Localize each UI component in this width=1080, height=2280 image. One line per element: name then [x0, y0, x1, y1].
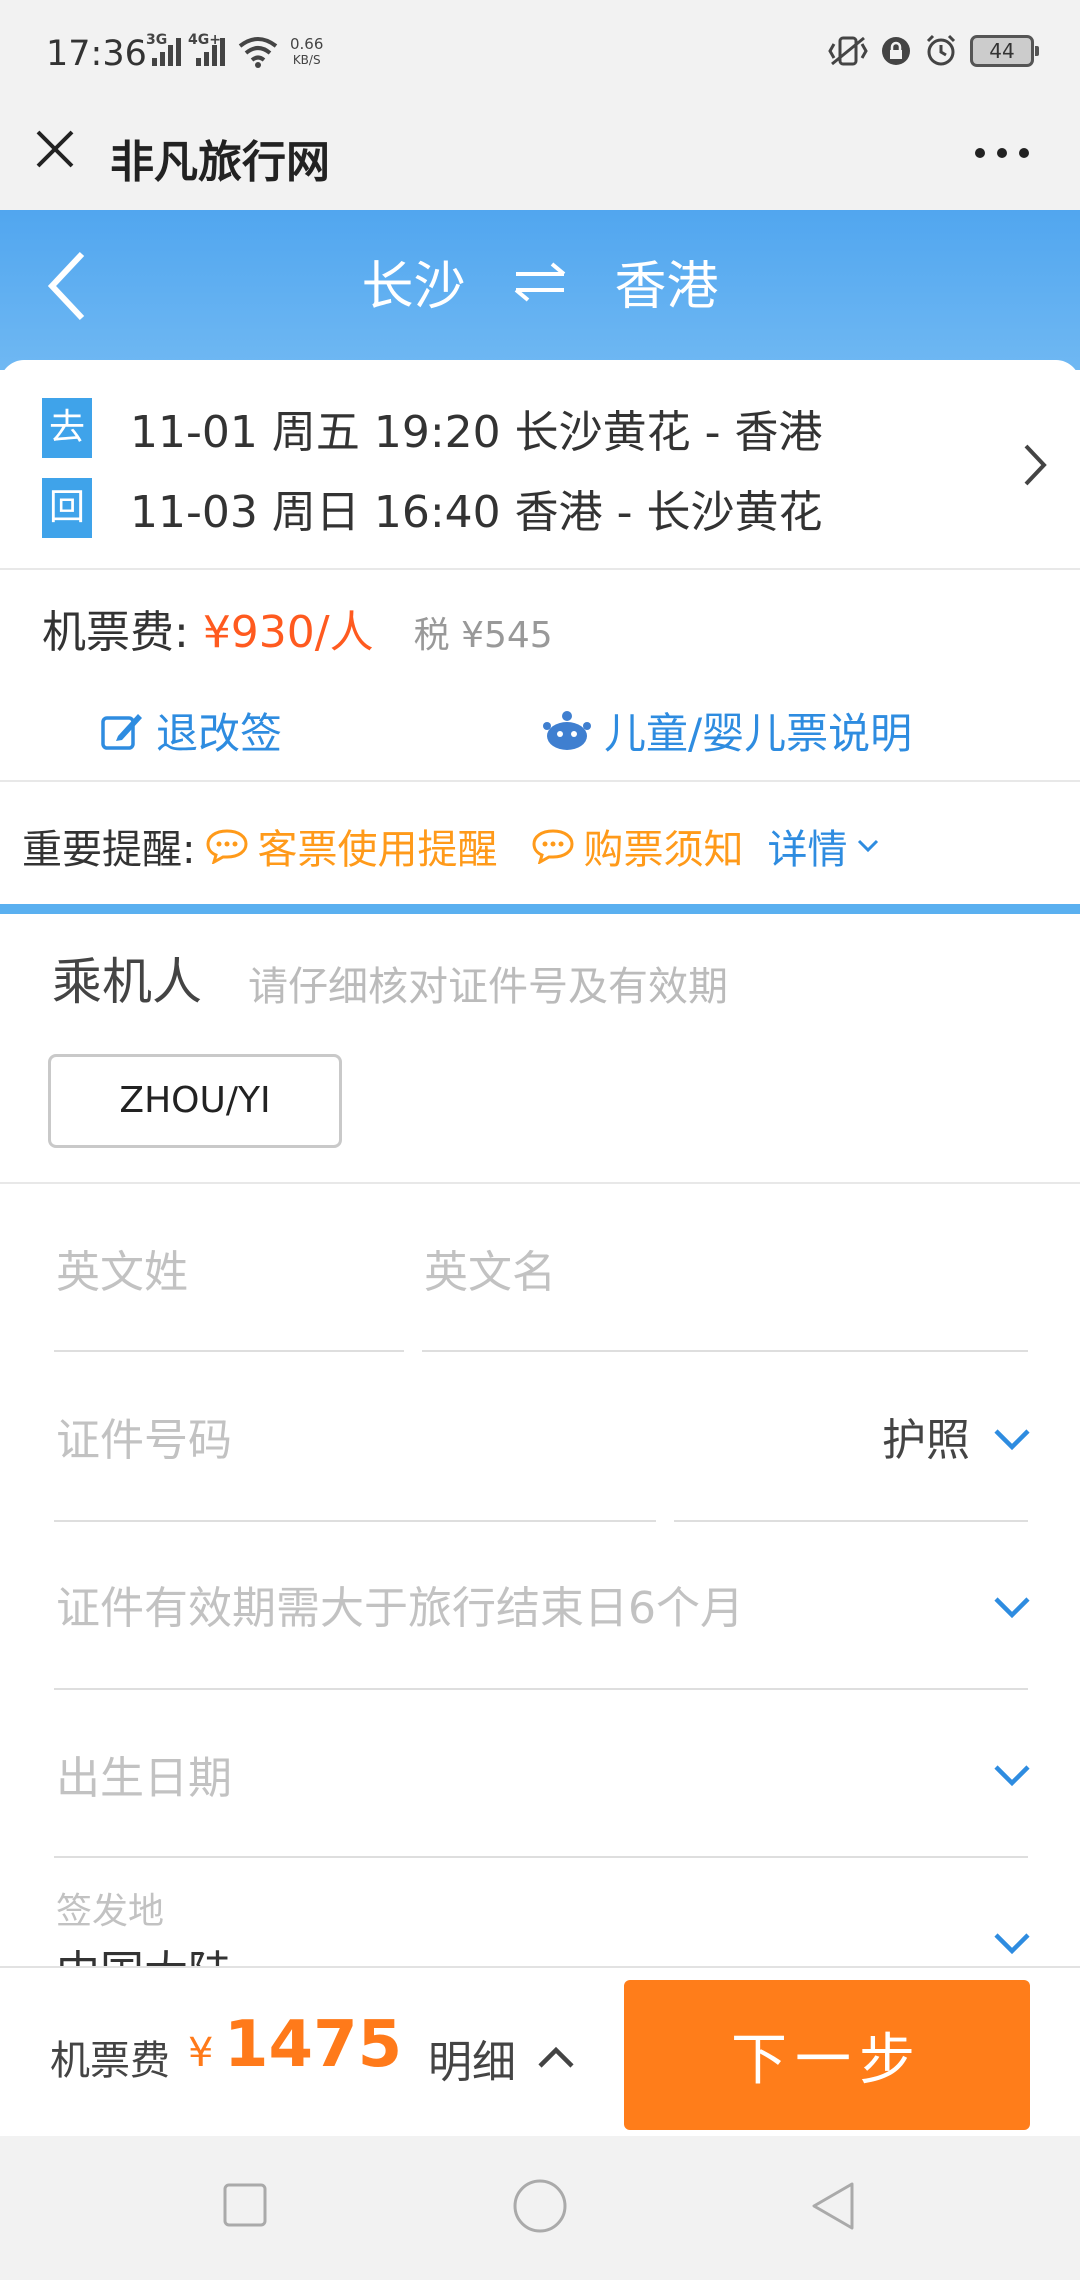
fare-section: 机票费: ¥930/人税 ¥545 退改签 儿童/婴儿票说明	[0, 572, 1080, 782]
birth-underline	[54, 1856, 1028, 1858]
fare-tax: 税 ¥545	[413, 615, 553, 656]
chevron-down-icon[interactable]	[992, 1762, 1032, 1788]
signal-icon-2	[196, 36, 225, 66]
total-label: 机票费	[50, 2038, 170, 2084]
passenger-title: 乘机人	[52, 953, 202, 1011]
outbound-text: 11-01 周五 19:20 长沙黄花 - 香港	[130, 407, 823, 458]
reminder-label: 重要提醒:	[22, 827, 196, 873]
route-title: 长沙 香港	[0, 244, 1080, 319]
passenger-hint: 请仔细核对证件号及有效期	[248, 964, 728, 1010]
origin-city: 长沙	[361, 257, 466, 317]
fare-label: 机票费:	[42, 607, 203, 658]
app-header: 非凡旅行网	[0, 106, 1080, 210]
status-icons: 44	[828, 34, 1039, 68]
birth-date-select[interactable]: 出生日期	[56, 1742, 232, 1806]
signal-icon	[152, 36, 181, 66]
speed-value: 0.66	[290, 35, 324, 53]
price-detail-label: 明细	[428, 2037, 516, 2088]
chevron-down-icon[interactable]	[992, 1426, 1032, 1452]
reminder-details-link[interactable]: 详情	[767, 817, 881, 875]
route-banner: 长沙 香港	[0, 210, 1080, 370]
return-flight: 回 11-03 周日 16:40 香港 - 长沙黄花	[42, 476, 822, 540]
home-icon[interactable]	[512, 2178, 568, 2234]
chevron-down-icon[interactable]	[992, 1930, 1032, 1956]
given-name-underline	[422, 1350, 1028, 1352]
currency-symbol: ¥	[188, 2030, 214, 2076]
id-type-select[interactable]: 护照	[882, 1404, 970, 1468]
outbound-flight: 去 11-01 周五 19:20 长沙黄花 - 香港	[42, 396, 822, 460]
reminder-purchase-link[interactable]: 购票须知	[531, 817, 743, 875]
child-ticket-link[interactable]: 儿童/婴儿票说明	[542, 700, 912, 761]
chat-bubble-icon	[206, 829, 248, 864]
wifi-icon	[238, 37, 278, 68]
reminder-purchase-label: 购票须知	[583, 827, 744, 873]
recent-apps-icon[interactable]	[222, 2182, 268, 2228]
total-price: 1475	[224, 2008, 403, 2082]
refund-change-link[interactable]: 退改签	[100, 700, 282, 761]
given-name-input[interactable]: 英文名	[424, 1236, 556, 1300]
app-title: 非凡旅行网	[110, 137, 330, 188]
section-divider	[0, 904, 1080, 914]
chevron-down-icon	[858, 839, 879, 853]
reminder-usage-link[interactable]: 客票使用提醒	[205, 817, 497, 875]
expiry-date-select[interactable]: 证件有效期需大于旅行结束日6个月	[56, 1572, 744, 1636]
chevron-down-icon[interactable]	[992, 1594, 1032, 1620]
speed-unit: KB/S	[292, 53, 321, 67]
surname-input[interactable]: 英文姓	[56, 1236, 188, 1300]
price-detail-toggle[interactable]: 明细	[428, 2026, 576, 2090]
bottom-bar: 机票费 ¥ 1475 明细 下一步	[0, 1966, 1080, 2136]
reminder-details-label: 详情	[767, 827, 848, 873]
chevron-right-icon[interactable]	[1020, 440, 1050, 490]
chat-bubble-icon	[532, 829, 574, 864]
next-step-button[interactable]: 下一步	[624, 1980, 1030, 2130]
reminder-usage-label: 客票使用提醒	[257, 827, 498, 873]
back-nav-icon[interactable]	[808, 2180, 858, 2232]
destination-city: 香港	[614, 257, 719, 317]
return-tag: 回	[42, 478, 92, 538]
lock-rotation-icon	[882, 37, 910, 65]
close-icon[interactable]	[32, 126, 78, 172]
passenger-chip[interactable]: ZHOU/YI	[48, 1054, 342, 1148]
fare-price: ¥930/人	[202, 607, 374, 658]
return-text: 11-03 周日 16:40 香港 - 长沙黄花	[130, 487, 823, 538]
expiry-underline	[54, 1688, 1028, 1690]
passenger-section: 乘机人 请仔细核对证件号及有效期 ZHOU/YI	[0, 914, 1080, 1184]
more-icon[interactable]	[974, 146, 1030, 160]
id-number-underline	[54, 1520, 656, 1522]
outbound-tag: 去	[42, 398, 92, 458]
swap-icon[interactable]	[512, 261, 568, 302]
chevron-up-icon	[538, 2046, 574, 2068]
fare-line: 机票费: ¥930/人税 ¥545	[42, 596, 553, 660]
child-ticket-label: 儿童/婴儿票说明	[604, 709, 913, 758]
flight-summary-card[interactable]: 去 11-01 周五 19:20 长沙黄花 - 香港 回 11-03 周日 16…	[0, 360, 1080, 570]
battery-icon: 44	[970, 35, 1039, 67]
status-bar: 17:36 3G 4G+ 0.66 KB/S 44	[0, 0, 1080, 106]
issue-place-select[interactable]: 中国大陆	[56, 1946, 232, 1966]
edit-icon	[101, 713, 142, 750]
alarm-icon	[926, 34, 956, 66]
system-nav-bar	[0, 2136, 1080, 2280]
network-speed: 0.66 KB/S	[290, 36, 323, 68]
issue-place-label: 签发地	[56, 1891, 165, 1932]
id-type-underline	[674, 1520, 1028, 1522]
id-number-input[interactable]: 证件号码	[56, 1404, 232, 1468]
refund-change-label: 退改签	[156, 709, 283, 758]
surname-underline	[54, 1350, 404, 1352]
vibrate-icon	[828, 36, 868, 66]
important-reminder: 重要提醒: 客票使用提醒 购票须知 详情	[0, 784, 1080, 908]
child-icon	[543, 710, 591, 750]
status-time: 17:36	[46, 34, 147, 74]
